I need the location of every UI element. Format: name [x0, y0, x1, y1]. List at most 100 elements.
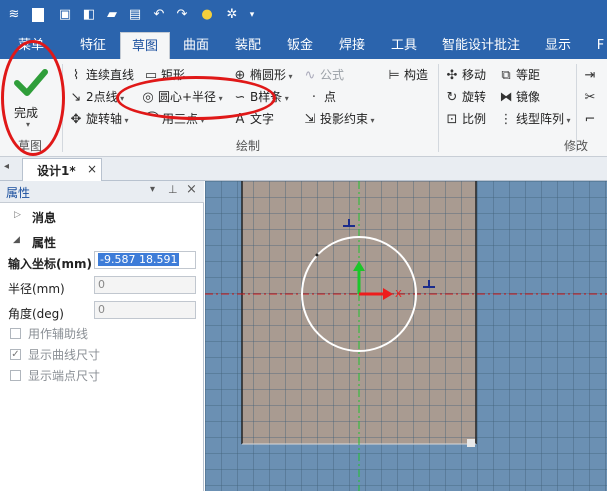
ribbon-divider	[438, 64, 439, 152]
tab-scroll-icon[interactable]: ◂	[4, 161, 9, 172]
formula-button[interactable]: ∿ 公式	[302, 66, 344, 84]
panel-title: 属性	[6, 186, 31, 200]
section-message[interactable]: 消息	[32, 209, 56, 226]
tab-display[interactable]: 显示	[534, 32, 582, 59]
formula-icon: ∿	[304, 68, 316, 83]
tab-menu[interactable]: 菜单	[8, 32, 54, 59]
three-point-icon: ⌒	[145, 112, 159, 127]
coord-label: 输入坐标(mm)	[8, 257, 92, 271]
construct-checkbox-label: 用作辅助线	[28, 327, 89, 341]
circle-icon: ◎	[142, 90, 154, 105]
tab-tools[interactable]: 工具	[380, 32, 428, 59]
spline-icon: ∽	[234, 90, 246, 105]
pin-icon[interactable]: ⊥	[168, 183, 178, 196]
redo-icon[interactable]: ↷	[174, 7, 190, 23]
title-bar: ≋ ▣ ◧ ▰ ▤ ↶ ↷ ● ✲ ▾	[0, 0, 607, 32]
line-icon: ↘	[70, 90, 82, 105]
tab-smart-annotation[interactable]: 智能设计批注	[438, 32, 524, 59]
scale-icon: ⊡	[446, 112, 458, 127]
lightbulb-icon[interactable]: ●	[199, 7, 215, 23]
tab-feature[interactable]: 特征	[70, 32, 116, 59]
scale-button[interactable]: ⊡ 比例	[444, 110, 486, 128]
endpoint-dim-checkbox[interactable]	[10, 370, 21, 381]
close-doc-icon[interactable]: ▣	[57, 7, 73, 23]
circle-center-radius-button[interactable]: ◎ 圆心+半径 ▾	[140, 88, 222, 106]
ribbon-overflow-1[interactable]: ⇥	[582, 66, 600, 84]
move-icon: ✣	[446, 68, 458, 83]
array-icon: ⋮	[499, 112, 513, 127]
rectangle-button[interactable]: ▭ 矩形	[143, 66, 185, 84]
offset-icon: ⧉	[501, 68, 511, 83]
angle-input[interactable]: 0	[94, 301, 196, 319]
close-tab-icon[interactable]: ×	[87, 162, 97, 176]
checkmark-icon	[14, 69, 48, 96]
ribbon-divider	[576, 64, 577, 152]
save-icon[interactable]: ▤	[127, 7, 143, 23]
tab-sheetmetal[interactable]: 钣金	[276, 32, 324, 59]
ellipse-icon: ⊕	[234, 68, 246, 83]
equidistant-button[interactable]: ⧉ 等距	[498, 66, 540, 84]
angle-label: 角度(deg)	[8, 307, 64, 321]
finish-button[interactable]: 完成 ▾	[6, 64, 56, 136]
rotate-button[interactable]: ↻ 旋转	[444, 88, 486, 106]
coord-value: -9.587 18.591	[98, 253, 180, 266]
construct-checkbox[interactable]	[10, 328, 21, 339]
canvas-drawing	[205, 181, 607, 491]
ellipse-button[interactable]: ⊕ 椭圆形 ▾	[232, 66, 293, 84]
tab-welding[interactable]: 焊接	[327, 32, 377, 59]
ribbon-tab-row: 菜单 特征 草图 曲面 装配 钣金 焊接 工具 智能设计批注 显示 F	[0, 32, 607, 59]
save-as-icon[interactable]: ◧	[81, 7, 97, 23]
rotate-axis-button[interactable]: ✥ 旋转轴 ▾	[68, 110, 129, 128]
open-icon[interactable]: ▰	[104, 7, 120, 23]
projection-icon: ⇲	[304, 112, 316, 127]
ribbon-divider	[62, 64, 63, 152]
text-button[interactable]: A 文字	[232, 110, 274, 128]
construct-icon: ⊨	[388, 68, 400, 83]
mirror-icon: ⧓	[499, 90, 513, 105]
settings-icon[interactable]: ✲	[224, 7, 240, 23]
x-axis-label: X	[395, 289, 402, 300]
ribbon-overflow-3[interactable]: ⌐	[582, 110, 600, 128]
tab-surface[interactable]: 曲面	[172, 32, 220, 59]
document-tab-bar: ◂ 设计1* ×	[0, 157, 607, 181]
document-tab[interactable]: 设计1* ×	[22, 158, 102, 181]
two-point-line-button[interactable]: ↘ 2点线 ▾	[68, 88, 125, 106]
close-panel-icon[interactable]: ×	[186, 182, 197, 197]
bspline-button[interactable]: ∽ B样条 ▾	[232, 88, 289, 106]
dropdown-icon[interactable]: ▾	[244, 7, 260, 23]
rotate-icon: ↻	[446, 90, 458, 105]
expand-icon[interactable]: ▷	[14, 210, 21, 220]
app-menu-icon[interactable]: ≋	[6, 7, 22, 23]
tab-overflow[interactable]: F	[594, 32, 607, 59]
radius-label: 半径(mm)	[8, 282, 65, 296]
collapse-icon[interactable]: ◢	[13, 235, 20, 245]
move-button[interactable]: ✣ 移动	[444, 66, 486, 84]
undo-icon[interactable]: ↶	[151, 7, 167, 23]
point-icon: ·	[311, 90, 317, 105]
radius-input[interactable]: 0	[94, 276, 196, 294]
curve-dim-checkbox[interactable]: ✓	[10, 349, 21, 360]
three-point-button[interactable]: ⌒ 用三点 ▾	[144, 110, 204, 128]
continuous-line-button[interactable]: ⌇ 连续直线	[68, 66, 134, 84]
text-icon: A	[235, 112, 245, 127]
point-button[interactable]: · 点	[306, 88, 336, 106]
coord-input[interactable]: -9.587 18.591	[94, 251, 196, 269]
group-label-sketch: 草图	[18, 139, 43, 153]
section-property[interactable]: 属性	[32, 234, 56, 251]
property-panel-header: 属性 ▾ ⊥ ×	[0, 181, 204, 203]
construct-button[interactable]: ⊨ 构造	[386, 66, 428, 84]
endpoint-dim-checkbox-label: 显示端点尺寸	[28, 369, 101, 383]
sketch-canvas[interactable]: X	[205, 181, 607, 491]
mirror-button[interactable]: ⧓ 镜像	[498, 88, 541, 106]
fillet-icon: ⌐	[584, 112, 596, 127]
new-icon[interactable]	[32, 8, 44, 22]
tab-assembly[interactable]: 装配	[223, 32, 273, 59]
linear-array-button[interactable]: ⋮ 线型阵列 ▾	[498, 110, 571, 128]
curve-dim-checkbox-label: 显示曲线尺寸	[28, 348, 101, 362]
panel-dropdown-icon[interactable]: ▾	[150, 184, 155, 195]
continuous-line-icon: ⌇	[72, 68, 80, 83]
ribbon-overflow-2[interactable]: ✂	[582, 88, 600, 106]
tab-sketch[interactable]: 草图	[120, 32, 170, 59]
projection-constraint-button[interactable]: ⇲ 投影约束 ▾	[302, 110, 375, 128]
document-tab-label: 设计1*	[37, 164, 76, 178]
